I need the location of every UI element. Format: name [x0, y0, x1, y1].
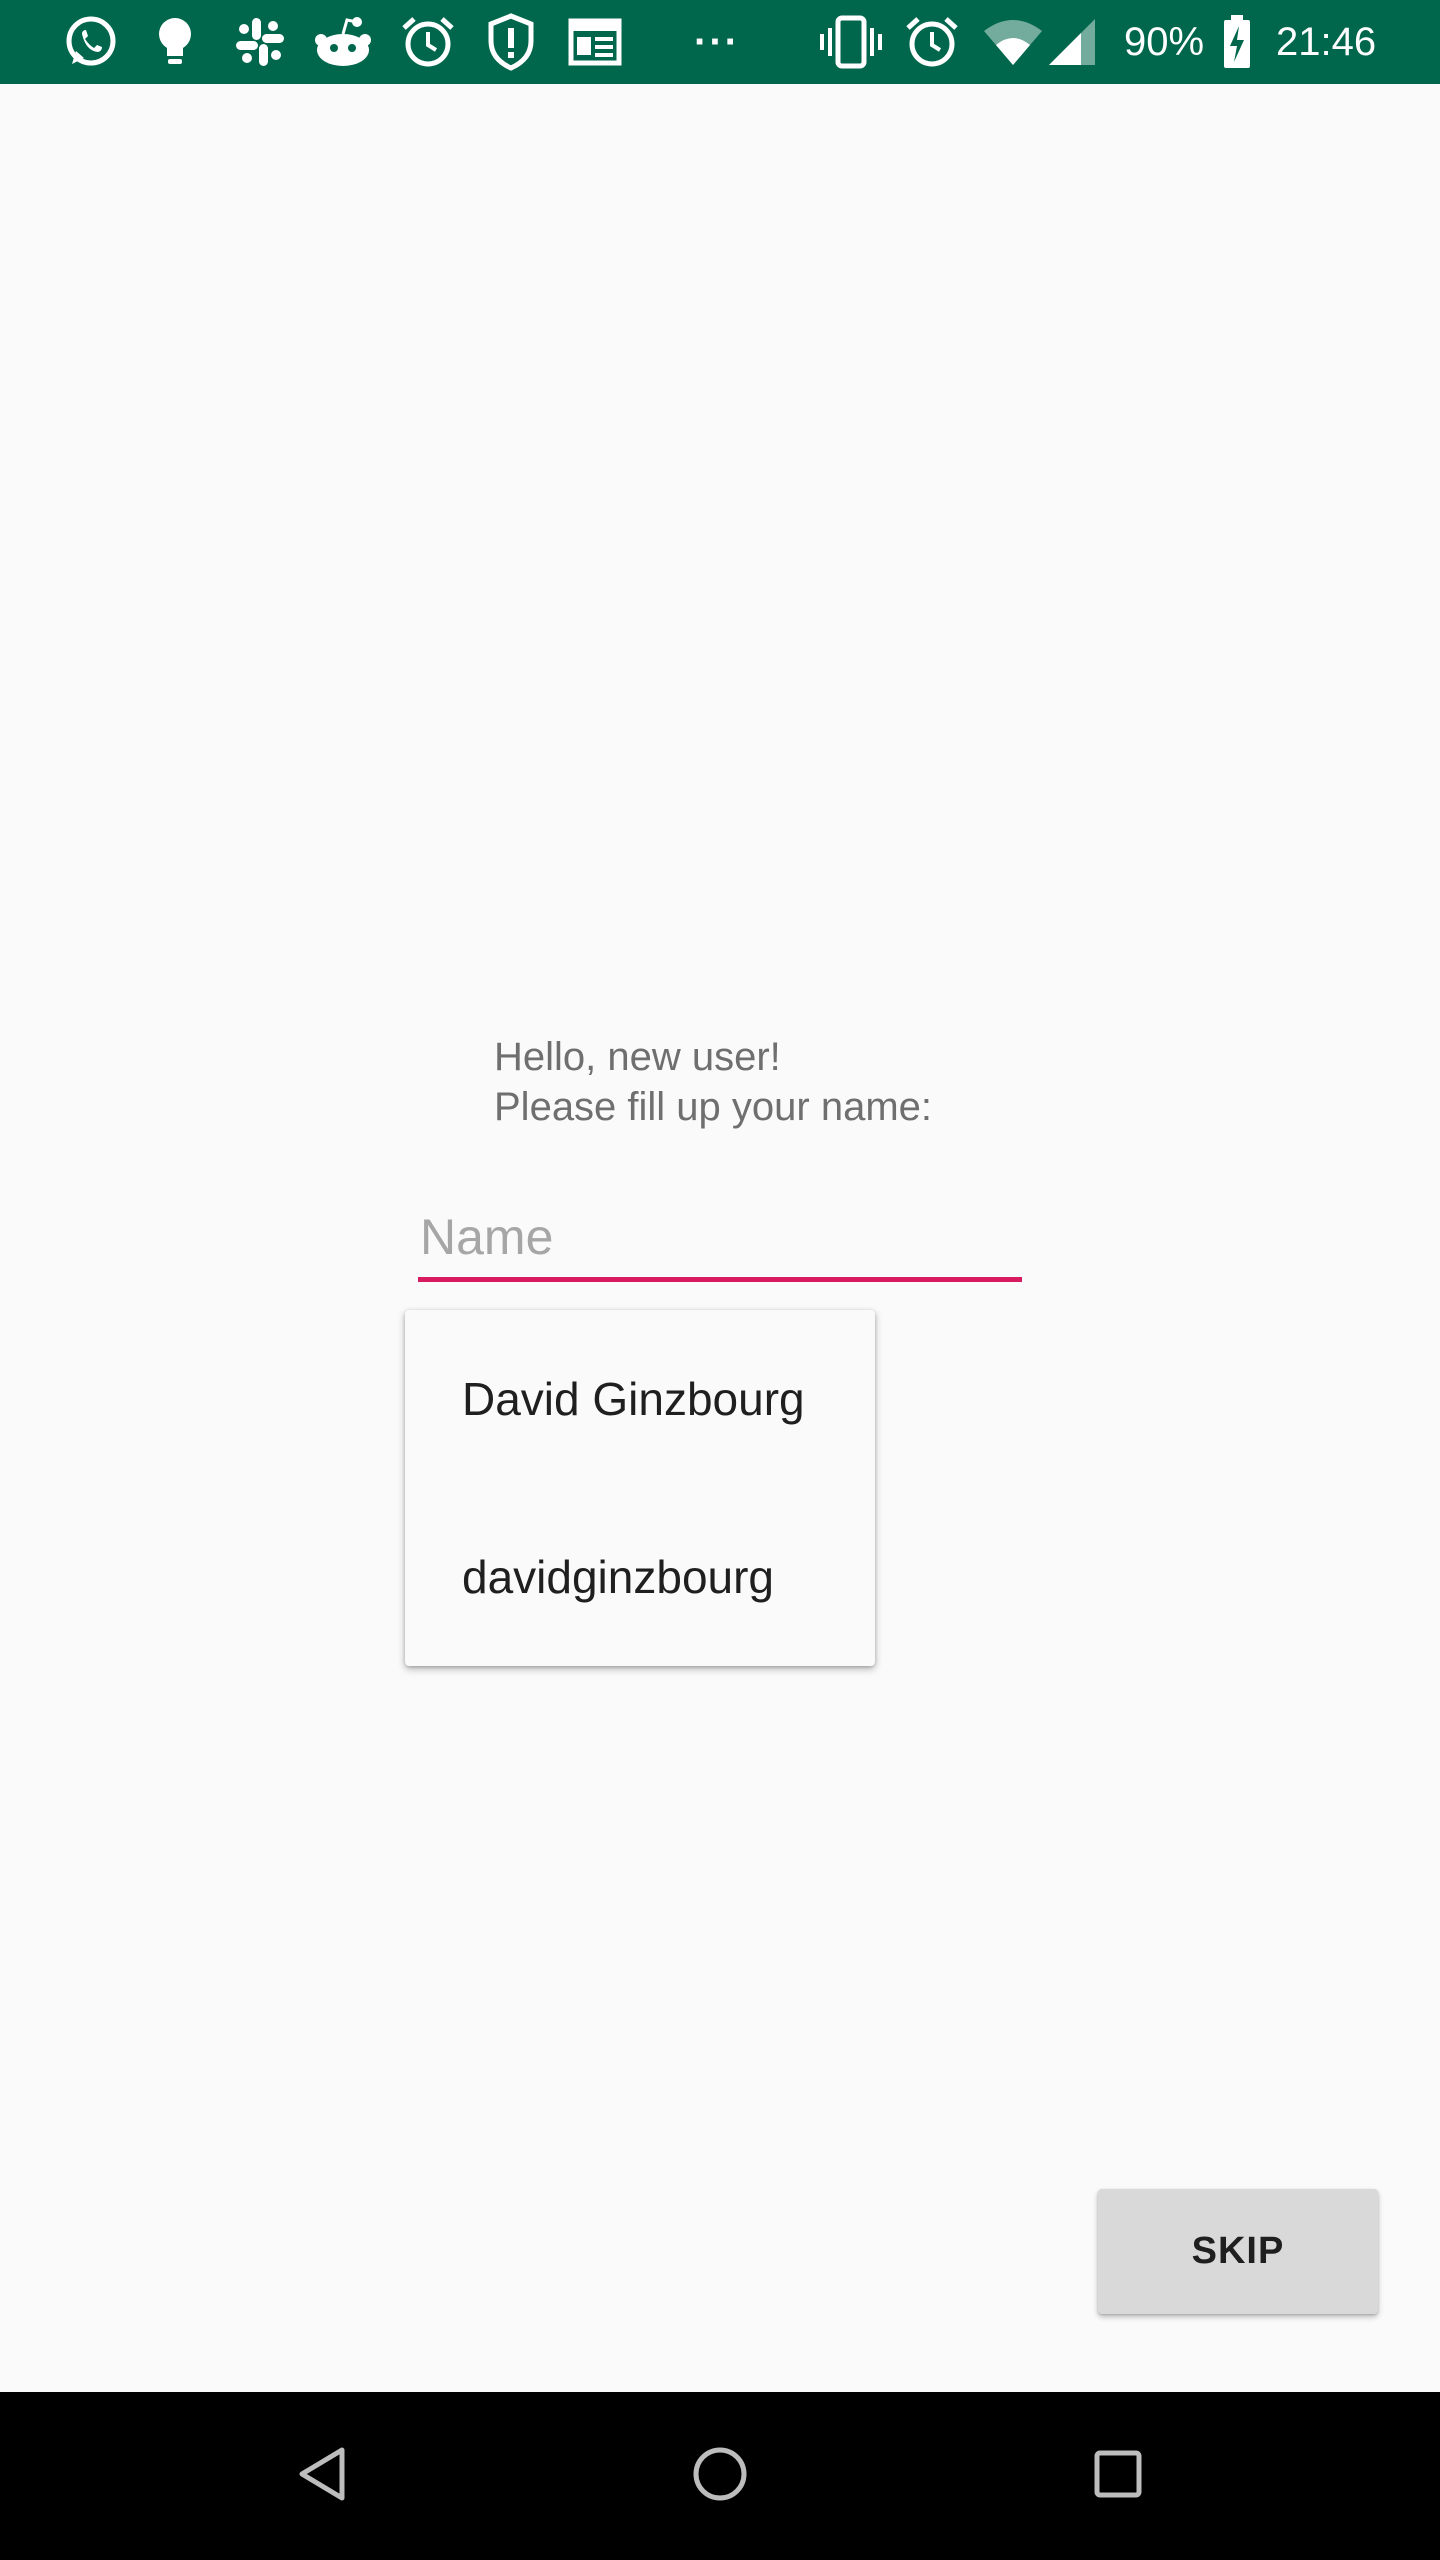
- home-button[interactable]: [636, 2392, 804, 2560]
- recents-icon: [1093, 2449, 1143, 2504]
- whatsapp-icon: [58, 0, 122, 84]
- vibrate-icon: [818, 0, 884, 84]
- battery-icon: [1220, 0, 1254, 84]
- back-icon: [296, 2446, 348, 2507]
- autocomplete-dropdown: David Ginzbourg davidginzbourg: [405, 1310, 875, 1666]
- greeting-line-2: Please fill up your name:: [494, 1085, 933, 1129]
- skip-button[interactable]: SKIP: [1098, 2189, 1378, 2314]
- signal-icon: [1046, 0, 1098, 84]
- battery-percentage: 90%: [1124, 20, 1205, 64]
- wifi-icon: [980, 0, 1046, 84]
- recents-button[interactable]: [1034, 2392, 1202, 2560]
- back-button[interactable]: [238, 2392, 406, 2560]
- lightbulb-icon: [148, 0, 202, 84]
- navigation-bar: [0, 2392, 1440, 2560]
- status-bar: ··· 90% 21:46: [0, 0, 1440, 84]
- clock: 21:46: [1276, 20, 1377, 64]
- reddit-icon: [310, 0, 376, 84]
- shield-icon: [482, 0, 540, 84]
- name-input[interactable]: [418, 1196, 1022, 1282]
- suggestion-item[interactable]: David Ginzbourg: [405, 1310, 875, 1488]
- slack-icon: [228, 0, 292, 84]
- alarm-icon: [398, 0, 458, 84]
- alarm-icon: [902, 0, 962, 84]
- home-icon: [692, 2446, 748, 2507]
- greeting-text: Hello, new user! Please fill up your nam…: [494, 1032, 932, 1132]
- more-notifications-indicator: ···: [694, 20, 740, 64]
- suggestion-item[interactable]: davidginzbourg: [405, 1488, 875, 1666]
- calendar-icon: [565, 0, 625, 84]
- greeting-line-1: Hello, new user!: [494, 1035, 781, 1079]
